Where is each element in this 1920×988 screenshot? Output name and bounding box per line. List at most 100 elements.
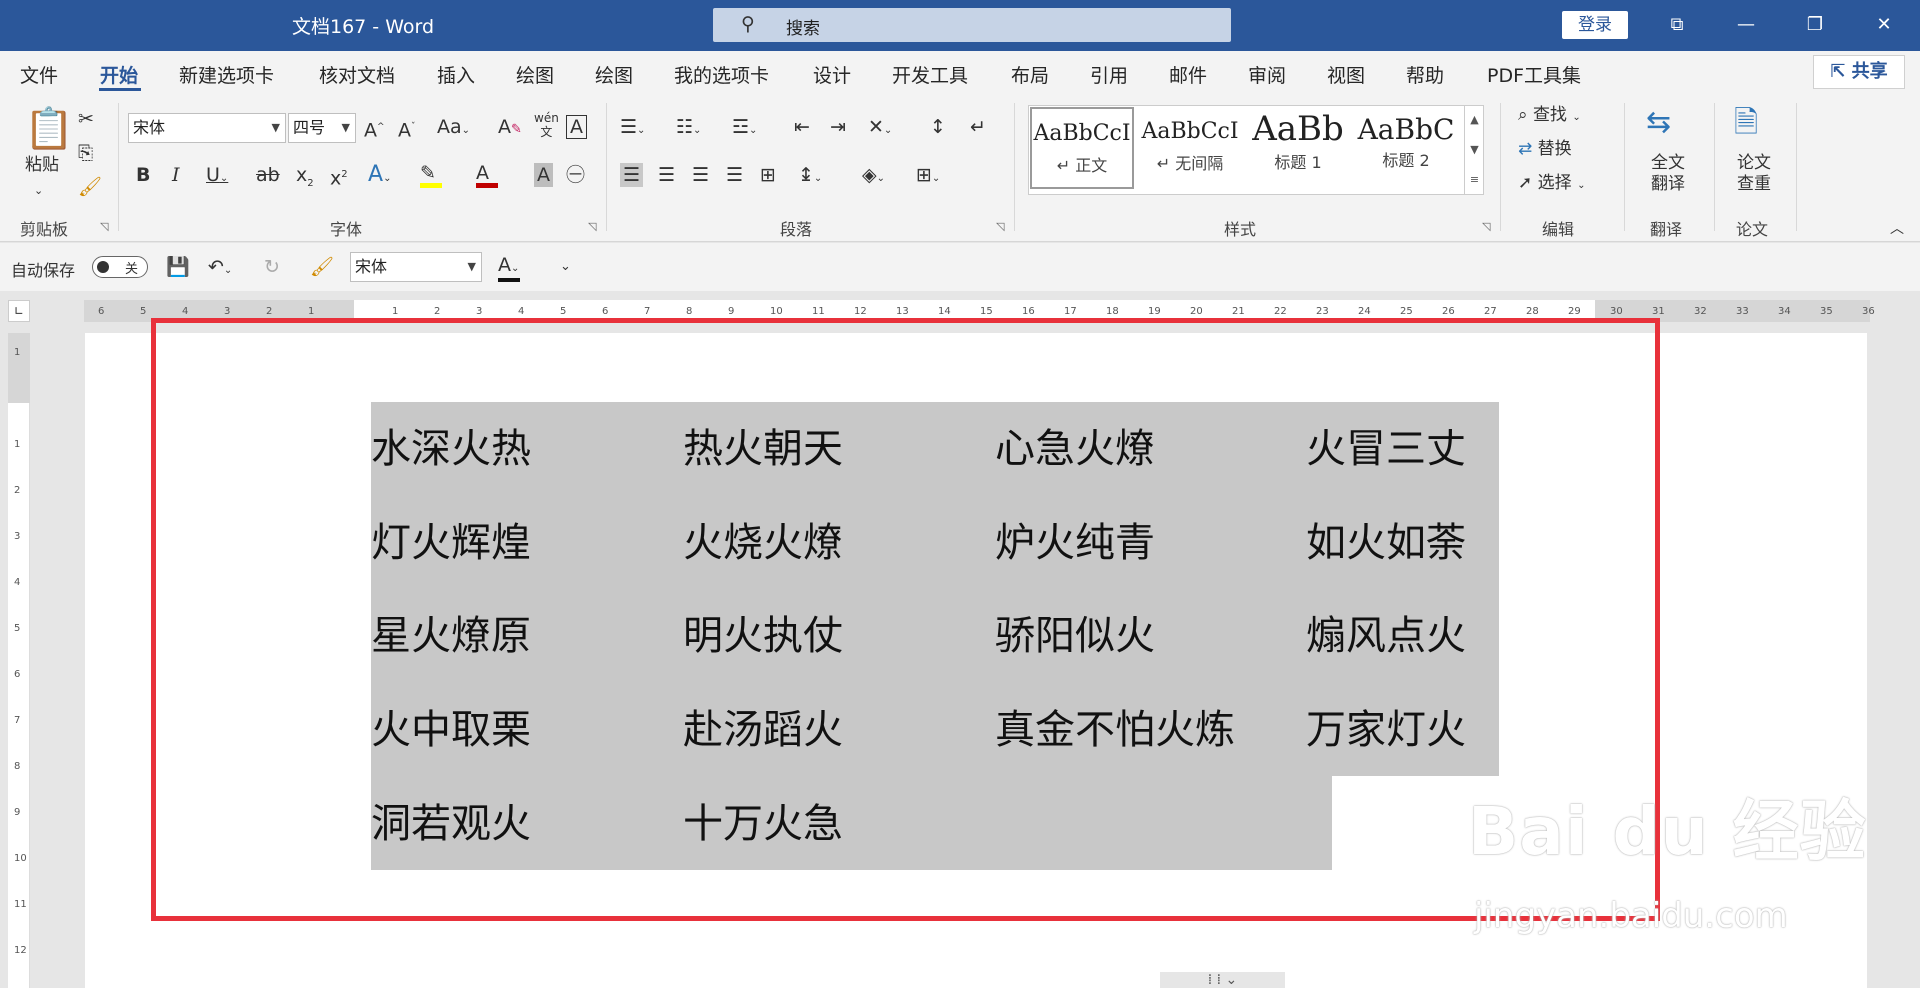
- justify-icon[interactable]: ☰: [726, 163, 743, 187]
- tab-help[interactable]: 帮助: [1406, 61, 1444, 88]
- align-left-icon[interactable]: ☰: [620, 163, 644, 187]
- ruler-tick: 12: [14, 945, 27, 956]
- restore-icon[interactable]: ❐: [1795, 8, 1835, 42]
- tab-new-tab[interactable]: 新建选项卡: [179, 61, 274, 88]
- select-button[interactable]: ➚ 选择 ⌄: [1518, 171, 1585, 198]
- highlight-icon[interactable]: ✎: [420, 161, 442, 188]
- clear-formatting-icon[interactable]: A✎: [498, 115, 522, 142]
- font-name-combo[interactable]: 宋体 ▼: [128, 113, 286, 143]
- tab-draw-1[interactable]: 绘图: [516, 61, 554, 88]
- format-painter-icon[interactable]: 🖌: [310, 255, 334, 279]
- increase-indent-icon[interactable]: ⇥: [830, 115, 846, 139]
- strikethrough-icon[interactable]: ab: [256, 163, 280, 187]
- share-button[interactable]: ⇱ 共享: [1813, 55, 1905, 89]
- minimize-icon[interactable]: —: [1726, 8, 1766, 42]
- close-icon[interactable]: ✕: [1864, 8, 1904, 42]
- enclose-characters-icon[interactable]: ㊀: [566, 163, 585, 187]
- align-right-icon[interactable]: ☰: [692, 163, 709, 187]
- chevron-down-icon[interactable]: ▼: [1465, 135, 1484, 165]
- tab-home[interactable]: 开始: [100, 61, 138, 88]
- character-border-icon[interactable]: A: [566, 115, 587, 139]
- font-launcher-icon[interactable]: ◹: [588, 220, 596, 233]
- copy-icon[interactable]: ⎘: [78, 141, 93, 165]
- numbering-icon[interactable]: ☷⌄: [676, 115, 701, 143]
- line-spacing-icon[interactable]: ↨⌄: [798, 163, 822, 191]
- show-marks-icon[interactable]: ↵: [970, 115, 986, 139]
- ribbon-display-options-icon[interactable]: ⧉: [1657, 8, 1697, 42]
- borders-icon[interactable]: ⊞⌄: [916, 163, 940, 191]
- undo-icon[interactable]: ↶⌄: [208, 255, 232, 283]
- paste-dropdown-icon[interactable]: ⌄: [34, 179, 43, 203]
- paper-check-button[interactable]: 论文 查重: [1726, 153, 1782, 195]
- tab-file[interactable]: 文件: [20, 61, 58, 88]
- align-center-icon[interactable]: ☰: [658, 163, 675, 187]
- clipboard-launcher-icon[interactable]: ◹: [100, 220, 108, 233]
- tab-design[interactable]: 设计: [813, 61, 851, 88]
- tab-view[interactable]: 视图: [1327, 61, 1365, 88]
- styles-launcher-icon[interactable]: ◹: [1482, 220, 1490, 233]
- ruler-tick: 25: [1400, 306, 1413, 317]
- select-label: 选择: [1537, 173, 1572, 193]
- style-normal[interactable]: AaBbCcI ↵ 正文: [1030, 107, 1134, 189]
- translate-button[interactable]: 全文 翻译: [1640, 153, 1696, 195]
- cut-icon[interactable]: ✂: [78, 107, 94, 131]
- multilevel-list-icon[interactable]: ☲⌄: [732, 115, 757, 143]
- distributed-icon[interactable]: ⊞: [760, 163, 776, 187]
- tab-stop-selector[interactable]: ∟: [8, 300, 30, 322]
- decrease-indent-icon[interactable]: ⇤: [794, 115, 810, 139]
- replace-button[interactable]: ⇄ 替换: [1518, 137, 1572, 161]
- qat-font-combo[interactable]: 宋体 ▼: [350, 252, 482, 282]
- font-color-icon[interactable]: A: [476, 161, 498, 188]
- tab-insert[interactable]: 插入: [437, 61, 475, 88]
- phonetic-guide-icon[interactable]: wén 文: [534, 111, 559, 139]
- paste-label[interactable]: 粘贴: [22, 155, 62, 176]
- save-icon[interactable]: 💾: [166, 255, 190, 279]
- grow-font-icon[interactable]: A^: [364, 115, 385, 142]
- tab-check-doc[interactable]: 核对文档: [319, 61, 395, 88]
- collapse-ribbon-icon[interactable]: ︿: [1890, 217, 1904, 241]
- find-button[interactable]: ⌕ 查找 ⌄: [1518, 103, 1581, 130]
- bullets-icon[interactable]: ☰⌄: [620, 115, 645, 143]
- customize-qat-icon[interactable]: ⌄: [560, 255, 571, 279]
- format-painter-icon[interactable]: 🖌: [78, 175, 102, 199]
- vertical-ruler[interactable]: 1 1 2 3 4 5 6 7 8 9 10 11 12: [8, 333, 30, 988]
- styles-scroll[interactable]: ▲ ▼ ≡: [1464, 105, 1484, 195]
- autosave-toggle[interactable]: 关: [92, 256, 148, 278]
- sort-icon[interactable]: ↕: [930, 115, 946, 139]
- tab-draw-2[interactable]: 绘图: [595, 61, 633, 88]
- share-icon: ⇱: [1830, 61, 1852, 82]
- login-button[interactable]: 登录: [1562, 11, 1628, 39]
- bold-icon[interactable]: B: [136, 163, 150, 187]
- style-heading-2[interactable]: AaBbC 标题 2: [1354, 107, 1458, 189]
- shading-icon[interactable]: ◈⌄: [862, 163, 885, 191]
- shrink-font-icon[interactable]: Aˇ: [398, 115, 416, 142]
- redo-icon[interactable]: ↻: [264, 255, 280, 279]
- tab-developer[interactable]: 开发工具: [892, 61, 968, 88]
- style-no-spacing[interactable]: AaBbCcI ↵ 无间隔: [1138, 107, 1242, 189]
- tab-pdf-tools[interactable]: PDF工具集: [1487, 61, 1581, 88]
- style-heading-1[interactable]: AaBb 标题 1: [1246, 107, 1350, 189]
- character-shading-icon[interactable]: A: [534, 163, 553, 187]
- font-size-combo[interactable]: 四号 ▼: [288, 113, 356, 143]
- search-box[interactable]: ⚲ 搜索: [713, 8, 1231, 42]
- subscript-icon[interactable]: x2: [296, 163, 314, 196]
- chinese-layout-icon[interactable]: ✕⌄: [868, 115, 892, 143]
- tab-layout[interactable]: 布局: [1011, 61, 1049, 88]
- more-styles-icon[interactable]: ≡: [1465, 165, 1484, 195]
- table-resize-handle[interactable]: ⁞ ⁞ ⌄: [1160, 972, 1285, 988]
- qat-font-color-icon[interactable]: A⌄: [498, 253, 520, 282]
- tab-mailings[interactable]: 邮件: [1169, 61, 1207, 88]
- text-effects-icon[interactable]: A⌄: [368, 163, 391, 191]
- chevron-up-icon[interactable]: ▲: [1465, 105, 1484, 135]
- underline-icon[interactable]: U⌄: [206, 163, 228, 191]
- tab-my-tab[interactable]: 我的选项卡: [674, 61, 769, 88]
- tab-references[interactable]: 引用: [1090, 61, 1128, 88]
- tab-review[interactable]: 审阅: [1248, 61, 1286, 88]
- paragraph-launcher-icon[interactable]: ◹: [996, 220, 1004, 233]
- paper-check-icon[interactable]: 🗎: [1734, 105, 1758, 141]
- change-case-icon[interactable]: Aa⌄: [437, 115, 470, 143]
- italic-icon[interactable]: I: [172, 163, 180, 187]
- translate-icon[interactable]: ⇆: [1646, 105, 1671, 141]
- superscript-icon[interactable]: x2: [330, 163, 348, 190]
- paste-icon[interactable]: 📋: [24, 107, 74, 151]
